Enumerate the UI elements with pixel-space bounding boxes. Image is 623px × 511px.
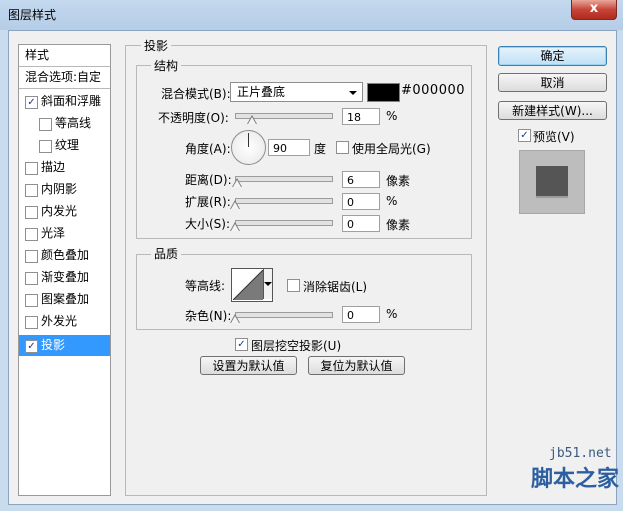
list-item-color-overlay[interactable]: 颜色叠加 <box>19 245 110 266</box>
color-overlay-checkbox[interactable] <box>25 250 38 263</box>
noise-unit: % <box>386 307 398 321</box>
distance-input[interactable]: 6 <box>342 171 380 188</box>
size-slider-thumb[interactable] <box>230 222 240 231</box>
blend-mode-label: 混合模式(B): <box>161 87 231 101</box>
reset-default-button[interactable]: 复位为默认值 <box>308 356 405 375</box>
close-button[interactable]: x <box>571 0 617 20</box>
chevron-down-icon <box>264 282 272 286</box>
distance-slider-thumb[interactable] <box>232 178 242 187</box>
quality-title: 品质 <box>151 247 182 261</box>
list-item-bevel-emboss[interactable]: ✓ 斜面和浮雕 <box>19 91 110 112</box>
contour-picker[interactable] <box>231 268 273 302</box>
window-title: 图层样式 <box>8 8 57 22</box>
contour-linear-icon <box>233 270 263 300</box>
contour-dropdown[interactable] <box>263 269 272 299</box>
global-light-label: 使用全局光(G) <box>352 142 431 156</box>
preview-checkbox[interactable]: ✓ <box>518 129 531 142</box>
noise-input[interactable]: 0 <box>342 306 380 323</box>
list-item-satin[interactable]: 光泽 <box>19 223 110 244</box>
spread-slider-track[interactable] <box>235 198 333 204</box>
angle-unit: 度 <box>314 142 327 156</box>
outer-glow-checkbox[interactable] <box>25 316 38 329</box>
size-input[interactable]: 0 <box>342 215 380 232</box>
anti-alias-label: 消除锯齿(L) <box>303 280 368 294</box>
angle-label: 角度(A): <box>185 142 231 156</box>
bevel-emboss-checkbox[interactable]: ✓ <box>25 96 38 109</box>
stroke-checkbox[interactable] <box>25 162 38 175</box>
drop-shadow-title: 投影 <box>141 39 172 53</box>
texture-checkbox[interactable] <box>39 140 52 153</box>
list-item-inner-shadow[interactable]: 内阴影 <box>19 179 110 200</box>
knockout-label: 图层挖空投影(U) <box>251 339 342 353</box>
list-item-inner-glow[interactable]: 内发光 <box>19 201 110 222</box>
inner-glow-checkbox[interactable] <box>25 206 38 219</box>
list-item-blending-options[interactable]: 混合选项:自定 <box>19 67 110 89</box>
noise-label: 杂色(N): <box>185 309 232 323</box>
make-default-button[interactable]: 设置为默认值 <box>200 356 297 375</box>
distance-unit: 像素 <box>386 174 411 188</box>
close-icon: x <box>589 1 599 16</box>
opacity-slider-thumb[interactable] <box>247 115 257 124</box>
dialog-body: 样式 混合选项:自定 ✓ 斜面和浮雕 等高线 纹理 描边 内阴影 内发光 光泽 颜… <box>8 30 620 505</box>
structure-title: 结构 <box>151 59 182 73</box>
angle-dial-needle <box>248 133 249 147</box>
distance-slider-track[interactable] <box>235 176 333 182</box>
list-item-drop-shadow[interactable]: ✓ 投影 <box>19 335 110 356</box>
opacity-input[interactable]: 18 <box>342 108 380 125</box>
angle-dial[interactable] <box>231 130 266 165</box>
distance-label: 距离(D): <box>185 173 232 187</box>
size-unit: 像素 <box>386 218 411 232</box>
contour-checkbox[interactable] <box>39 118 52 131</box>
list-item-pattern-overlay[interactable]: 图案叠加 <box>19 289 110 310</box>
spread-input[interactable]: 0 <box>342 193 380 210</box>
watermark-logo-text: 脚本之家 <box>531 467 620 492</box>
list-item-contour[interactable]: 等高线 <box>19 113 110 134</box>
list-item-stroke[interactable]: 描边 <box>19 157 110 178</box>
spread-unit: % <box>386 194 398 208</box>
noise-slider-track[interactable] <box>235 312 333 318</box>
size-label: 大小(S): <box>185 217 231 231</box>
preview-label: 预览(V) <box>533 130 575 144</box>
size-slider-track[interactable] <box>235 220 333 226</box>
preview-box <box>519 150 585 214</box>
cancel-button[interactable]: 取消 <box>498 73 607 92</box>
contour-label: 等高线: <box>185 279 226 293</box>
preview-swatch <box>536 166 568 196</box>
ok-button[interactable]: 确定 <box>498 46 607 66</box>
gradient-overlay-checkbox[interactable] <box>25 272 38 285</box>
new-style-button[interactable]: 新建样式(W)... <box>498 101 607 120</box>
title-bar: 图层样式 x <box>0 0 623 30</box>
satin-checkbox[interactable] <box>25 228 38 241</box>
angle-input[interactable]: 90 <box>268 139 310 156</box>
list-item-gradient-overlay[interactable]: 渐变叠加 <box>19 267 110 288</box>
list-item-outer-glow[interactable]: 外发光 <box>19 311 110 332</box>
shadow-color-hex: #000000 <box>401 83 466 98</box>
watermark-site: jb51.net <box>549 446 612 461</box>
knockout-checkbox[interactable]: ✓ <box>235 338 248 351</box>
anti-alias-checkbox[interactable] <box>287 279 300 292</box>
blend-mode-select[interactable]: 正片叠底 <box>230 82 363 102</box>
chevron-down-icon <box>349 91 357 95</box>
styles-list: 样式 混合选项:自定 ✓ 斜面和浮雕 等高线 纹理 描边 内阴影 内发光 光泽 颜… <box>18 44 111 496</box>
opacity-label: 不透明度(O): <box>158 111 229 125</box>
noise-slider-thumb[interactable] <box>230 314 240 323</box>
list-item-texture[interactable]: 纹理 <box>19 135 110 156</box>
drop-shadow-checkbox[interactable]: ✓ <box>25 340 38 353</box>
shadow-color-swatch[interactable] <box>367 83 400 102</box>
global-light-checkbox[interactable] <box>336 141 349 154</box>
spread-label: 扩展(R): <box>185 195 231 209</box>
list-header-styles[interactable]: 样式 <box>19 45 110 67</box>
pattern-overlay-checkbox[interactable] <box>25 294 38 307</box>
spread-slider-thumb[interactable] <box>230 200 240 209</box>
opacity-unit: % <box>386 109 398 123</box>
inner-shadow-checkbox[interactable] <box>25 184 38 197</box>
